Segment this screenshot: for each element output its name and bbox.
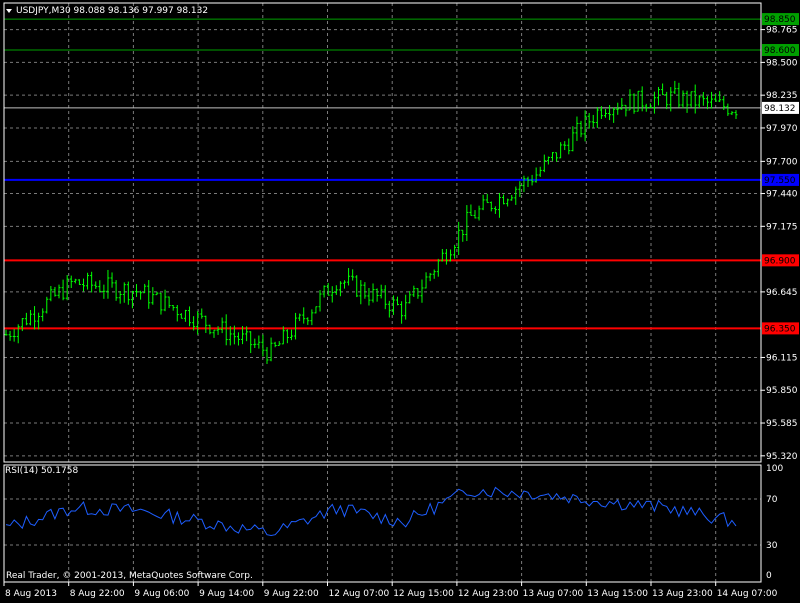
time-label: 13 Aug 15:00 — [587, 589, 648, 599]
price-label: 95.850 — [766, 386, 798, 396]
time-label: 9 Aug 22:00 — [264, 589, 319, 599]
price-label: 97.700 — [766, 157, 798, 167]
copyright-text: Real Trader, © 2001-2013, MetaQuotes Sof… — [6, 571, 253, 581]
price-label: 98.235 — [766, 91, 798, 101]
rsi-label: RSI(14) 50.1758 — [5, 466, 78, 476]
time-label: 12 Aug 23:00 — [458, 589, 519, 599]
rsi-axis-label: 70 — [766, 495, 778, 505]
rsi-axis-label: 100 — [766, 464, 783, 474]
price-label: 97.175 — [766, 222, 798, 232]
trading-chart-window[interactable]: 98.850 98.600 97.550 96.900 96.350 98.132 8 A… — [0, 0, 800, 600]
price-label: 98.765 — [766, 26, 798, 36]
symbol-ohlc-label: USDJPY,M30 98.088 98.136 97.997 98.132 — [16, 6, 208, 16]
rsi-axis-label: 0 — [766, 571, 772, 581]
price-level-label: 96.350 — [764, 324, 796, 334]
price-label: 97.440 — [766, 190, 798, 200]
price-label: 95.320 — [766, 452, 798, 462]
price-level-label: 96.900 — [764, 256, 796, 266]
price-level-label: 97.550 — [764, 176, 796, 186]
rsi-axis-label: 30 — [766, 541, 778, 551]
price-level-label: 98.850 — [764, 15, 796, 25]
price-chart[interactable]: 98.850 98.600 97.550 96.900 96.350 98.132 8 A… — [0, 0, 800, 600]
price-label: 96.115 — [766, 353, 798, 363]
price-label: 95.585 — [766, 419, 798, 429]
time-label: 13 Aug 23:00 — [652, 589, 713, 599]
time-label: 9 Aug 14:00 — [199, 589, 254, 599]
price-level-label: 98.600 — [764, 46, 796, 56]
time-label: 8 Aug 2013 — [5, 589, 57, 599]
time-label: 12 Aug 07:00 — [329, 589, 390, 599]
time-label: 12 Aug 15:00 — [393, 589, 454, 599]
price-label: 96.645 — [766, 288, 798, 298]
time-label: 13 Aug 07:00 — [523, 589, 584, 599]
current-price-label: 98.132 — [764, 104, 796, 114]
price-label: 98.500 — [766, 58, 798, 68]
price-label: 97.970 — [766, 124, 798, 134]
time-label: 9 Aug 06:00 — [134, 589, 189, 599]
time-label: 14 Aug 07:00 — [717, 589, 778, 599]
time-label: 8 Aug 22:00 — [70, 589, 125, 599]
chart-header[interactable]: USDJPY,M30 98.088 98.136 97.997 98.132 — [6, 6, 208, 16]
